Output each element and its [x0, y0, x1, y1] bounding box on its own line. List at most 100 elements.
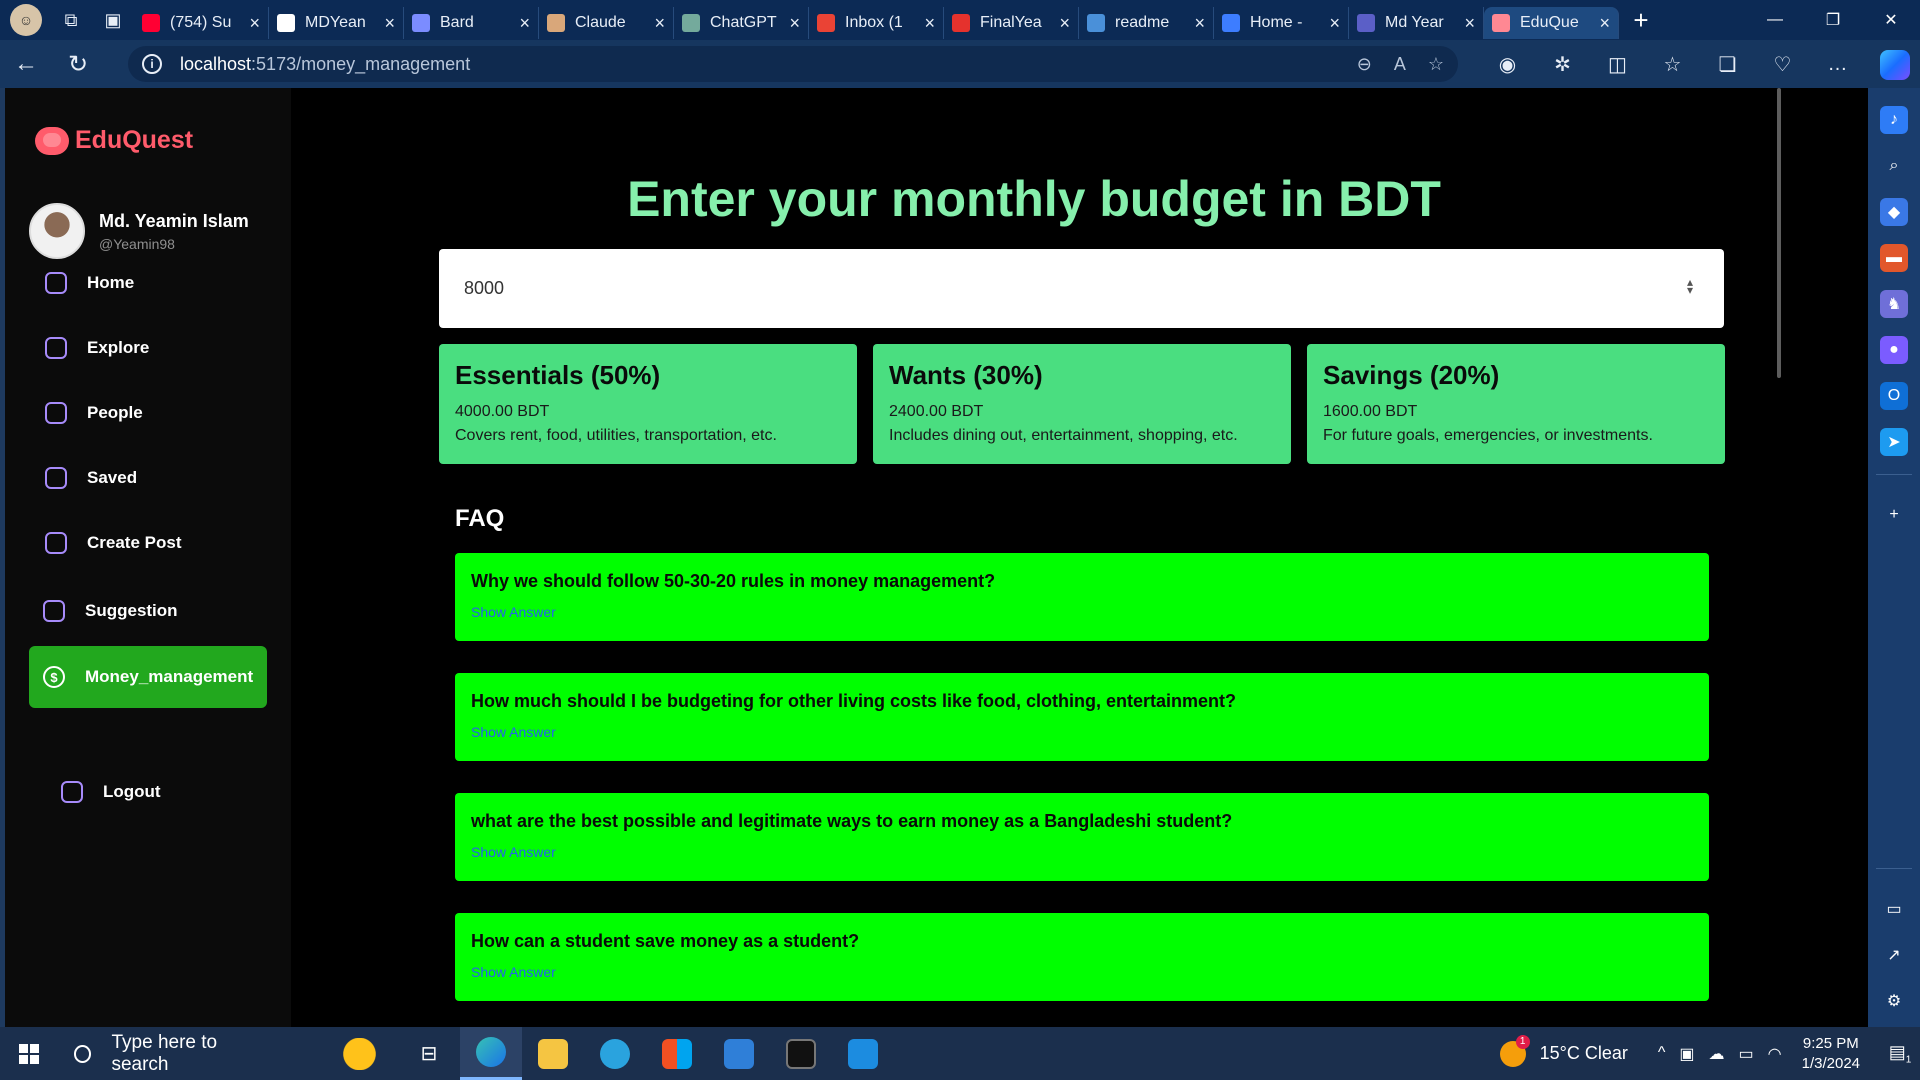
tools-briefcase-icon[interactable]: ▬ — [1880, 244, 1908, 272]
refresh-icon[interactable]: ↻ — [52, 40, 104, 88]
brand-logo[interactable]: EduQuest — [35, 126, 193, 155]
url-actions: ⊖ A ☆ — [1357, 46, 1444, 82]
close-tab-icon[interactable]: × — [249, 13, 260, 34]
browser-tab[interactable]: (754) Su × — [134, 7, 269, 39]
shopping-tag-icon[interactable]: ◆ — [1880, 198, 1908, 226]
file-explorer-icon[interactable] — [522, 1027, 584, 1080]
wifi-icon[interactable]: ◠ — [1768, 1044, 1782, 1064]
collections-icon[interactable]: ❏ — [1700, 40, 1755, 88]
close-tab-icon[interactable]: × — [384, 13, 395, 34]
close-tab-icon[interactable]: × — [1599, 13, 1610, 34]
read-aloud-icon[interactable]: A — [1394, 54, 1406, 75]
card-title: Wants (30%) — [889, 360, 1043, 390]
taskbar-search[interactable]: Type here to search — [58, 1027, 398, 1080]
back-icon[interactable]: ← — [0, 40, 52, 88]
battery-icon[interactable]: ▭ — [1739, 1044, 1754, 1064]
zoom-icon[interactable]: ⊖ — [1357, 54, 1372, 75]
browser-tab[interactable]: MDYean × — [269, 7, 404, 39]
add-sidebar-app-icon[interactable]: + — [1880, 501, 1908, 529]
restore-icon[interactable]: ❐ — [1804, 0, 1862, 40]
notification-center-icon[interactable]: ▤1 — [1880, 1042, 1920, 1066]
extensions-icon[interactable]: ✲ — [1535, 40, 1590, 88]
browser-tab[interactable]: Inbox (1 × — [809, 7, 944, 39]
close-tab-icon[interactable]: × — [654, 13, 665, 34]
show-answer-link[interactable]: Show Answer — [471, 964, 1693, 980]
close-tab-icon[interactable]: × — [1194, 13, 1205, 34]
budget-input[interactable] — [439, 249, 1724, 328]
sidebar-item-explore[interactable]: Explore — [29, 317, 267, 379]
send-icon[interactable]: ➤ — [1880, 428, 1908, 456]
tab-favicon-icon — [1087, 14, 1105, 32]
user-profile[interactable]: Md. Yeamin Islam @Yeamin98 — [29, 203, 249, 259]
close-tab-icon[interactable]: × — [1464, 13, 1475, 34]
mail-icon[interactable] — [708, 1027, 770, 1080]
tab-title: ChatGPT — [710, 14, 777, 31]
onedrive-cloud-icon[interactable]: ☁ — [1709, 1044, 1725, 1064]
edge-taskbar-icon[interactable] — [460, 1027, 522, 1080]
more-menu-icon[interactable]: … — [1810, 40, 1865, 88]
close-tab-icon[interactable]: × — [924, 13, 935, 34]
user-name: Md. Yeamin Islam — [99, 210, 249, 231]
telegram-icon[interactable] — [584, 1027, 646, 1080]
split-screen-icon[interactable]: ◫ — [1590, 40, 1645, 88]
settings-gear-icon[interactable]: ⚙ — [1880, 987, 1908, 1015]
number-spinner-icon[interactable]: ▴ ▾ — [1687, 276, 1693, 296]
browser-tab[interactable]: ChatGPT × — [674, 7, 809, 39]
close-tab-icon[interactable]: × — [789, 13, 800, 34]
new-tab-button[interactable]: + — [1619, 0, 1663, 40]
browser-tab[interactable]: Bard × — [404, 7, 539, 39]
minimize-icon[interactable]: — — [1746, 0, 1804, 40]
task-view-icon[interactable]: ⊟ — [398, 1027, 460, 1080]
logout-button[interactable]: Logout — [45, 761, 283, 823]
sidebar-item-create-post[interactable]: Create Post — [29, 512, 267, 574]
show-answer-link[interactable]: Show Answer — [471, 604, 1693, 620]
browser-tab[interactable]: FinalYea × — [944, 7, 1079, 39]
favorites-icon[interactable]: ☆ — [1645, 40, 1700, 88]
browser-tab[interactable]: Claude × — [539, 7, 674, 39]
tab-actions-icon[interactable]: ▣ — [92, 0, 134, 40]
games-icon[interactable]: ♞ — [1880, 290, 1908, 318]
search-icon[interactable]: ⌕ — [1880, 152, 1908, 180]
faq-question: How much should I be budgeting for other… — [471, 691, 1237, 711]
browser-tab[interactable]: Home - × — [1214, 7, 1349, 39]
page-scrollbar[interactable] — [1777, 88, 1781, 378]
extension-badge-icon[interactable]: ◉ — [1480, 40, 1535, 88]
browser-essentials-icon[interactable]: ♡ — [1755, 40, 1810, 88]
url-field[interactable]: i localhost:5173/money_management ⊖ A ☆ — [128, 46, 1458, 82]
copilot-icon[interactable] — [1880, 50, 1910, 80]
taskbar-clock[interactable]: 9:25 PM 1/3/2024 — [1802, 1034, 1860, 1074]
sidebar-item-people[interactable]: People — [29, 382, 267, 444]
hide-sidebar-icon[interactable]: ▭ — [1880, 895, 1908, 923]
edge-sidebar: ♪ ⌕ ◆ ▬ ♞ ● O ➤ + ▭ ↗ ⚙ — [1868, 88, 1920, 1027]
site-info-icon[interactable]: i — [142, 54, 162, 74]
browser-tab-strip: ☺ ⧉ ▣ (754) Su × MDYean × Bard × Claude × ChatGP… — [0, 0, 1920, 40]
vscode-icon[interactable] — [832, 1027, 894, 1080]
start-button[interactable] — [0, 1027, 58, 1080]
close-tab-icon[interactable]: × — [1059, 13, 1070, 34]
browser-tab[interactable]: EduQue × — [1484, 7, 1619, 39]
chevron-up-icon[interactable]: ^ — [1658, 1044, 1666, 1064]
tab-title: Inbox (1 — [845, 14, 903, 31]
close-window-icon[interactable]: ✕ — [1862, 0, 1920, 40]
show-answer-link[interactable]: Show Answer — [471, 724, 1693, 740]
workspaces-icon[interactable]: ⧉ — [50, 0, 92, 40]
weather-widget[interactable]: 1 15°C Clear — [1499, 1034, 1628, 1067]
copilot-sidebar-icon[interactable]: ● — [1880, 336, 1908, 364]
store-icon[interactable] — [646, 1027, 708, 1080]
browser-tab[interactable]: Md Year × — [1349, 7, 1484, 39]
profile-avatar[interactable]: ☺ — [10, 4, 42, 36]
external-link-icon[interactable]: ↗ — [1880, 941, 1908, 969]
close-tab-icon[interactable]: × — [1329, 13, 1340, 34]
sidebar-item-saved[interactable]: Saved — [29, 447, 267, 509]
terminal-icon[interactable] — [770, 1027, 832, 1080]
favorite-star-icon[interactable]: ☆ — [1428, 54, 1444, 75]
sidebar-item-money-management[interactable]: $ Money_management — [29, 646, 267, 708]
meet-now-icon[interactable]: ▣ — [1679, 1044, 1694, 1064]
outlook-icon[interactable]: O — [1880, 382, 1908, 410]
sidebar-item-suggestion[interactable]: Suggestion — [29, 580, 267, 642]
sidebar-item-home[interactable]: Home — [29, 252, 267, 314]
show-answer-link[interactable]: Show Answer — [471, 844, 1693, 860]
notifications-bell-icon[interactable]: ♪ — [1880, 106, 1908, 134]
close-tab-icon[interactable]: × — [519, 13, 530, 34]
browser-tab[interactable]: readme × — [1079, 7, 1214, 39]
